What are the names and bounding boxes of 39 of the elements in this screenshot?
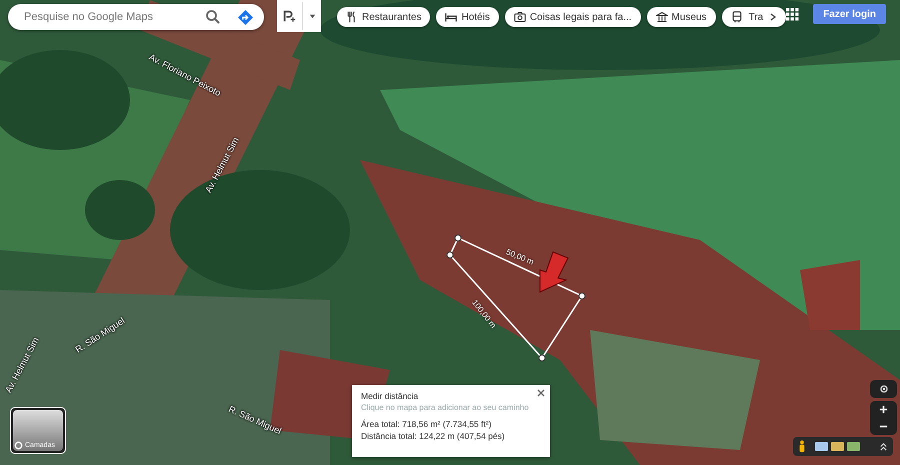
- distance-label: 50,00 m: [504, 247, 536, 267]
- apps-grid-icon[interactable]: [786, 8, 800, 20]
- category-chip[interactable]: Museus: [646, 7, 716, 27]
- map-thumbnail[interactable]: [831, 442, 844, 451]
- search-icon[interactable]: [204, 9, 221, 25]
- layers-icon: [14, 441, 23, 450]
- measure-point[interactable]: [446, 252, 454, 258]
- pegman-icon[interactable]: [798, 440, 806, 453]
- chevron-right-icon[interactable]: [769, 13, 778, 21]
- measure-point[interactable]: [578, 292, 586, 300]
- bed-icon: [445, 11, 458, 23]
- close-icon[interactable]: [537, 389, 545, 397]
- map-thumbnail[interactable]: [847, 442, 860, 451]
- measure-point[interactable]: [454, 234, 462, 242]
- panel-hint: Clique no mapa para adicionar ao seu caminho: [361, 403, 530, 412]
- pin-arrow-icon: [540, 251, 569, 293]
- target-icon: [878, 384, 888, 394]
- category-chip[interactable]: Restaurantes: [336, 7, 430, 27]
- camera-icon: [514, 11, 526, 23]
- fork-knife-icon: [346, 11, 358, 23]
- place-type-button[interactable]: [276, 0, 321, 32]
- login-button[interactable]: Fazer login: [813, 4, 886, 24]
- caret-icon: [308, 12, 316, 20]
- distance-total-text: Distância total: 124,22 m (407,54 pés): [361, 431, 506, 441]
- category-chip[interactable]: Hotéis: [436, 7, 499, 27]
- search-bar[interactable]: Pesquise no Google Maps: [8, 4, 264, 30]
- search-field[interactable]: Pesquise no Google Maps: [22, 10, 189, 24]
- category-chip[interactable]: Tra: [722, 7, 786, 27]
- area-total-text: Área total: 718,56 m² (7.734,55 ft²): [361, 419, 492, 429]
- measure-point[interactable]: [538, 354, 546, 362]
- map-thumbnail[interactable]: [815, 442, 828, 451]
- plus-icon: [879, 405, 888, 414]
- pin-add-icon: [282, 9, 296, 23]
- category-chip[interactable]: Coisas legais para fa...: [504, 7, 641, 27]
- panel-title: Medir distância: [361, 391, 420, 401]
- chevron-up-icon[interactable]: [879, 442, 888, 451]
- my-location-button[interactable]: [870, 380, 897, 398]
- museum-icon: [656, 11, 668, 23]
- train-icon: [730, 11, 743, 23]
